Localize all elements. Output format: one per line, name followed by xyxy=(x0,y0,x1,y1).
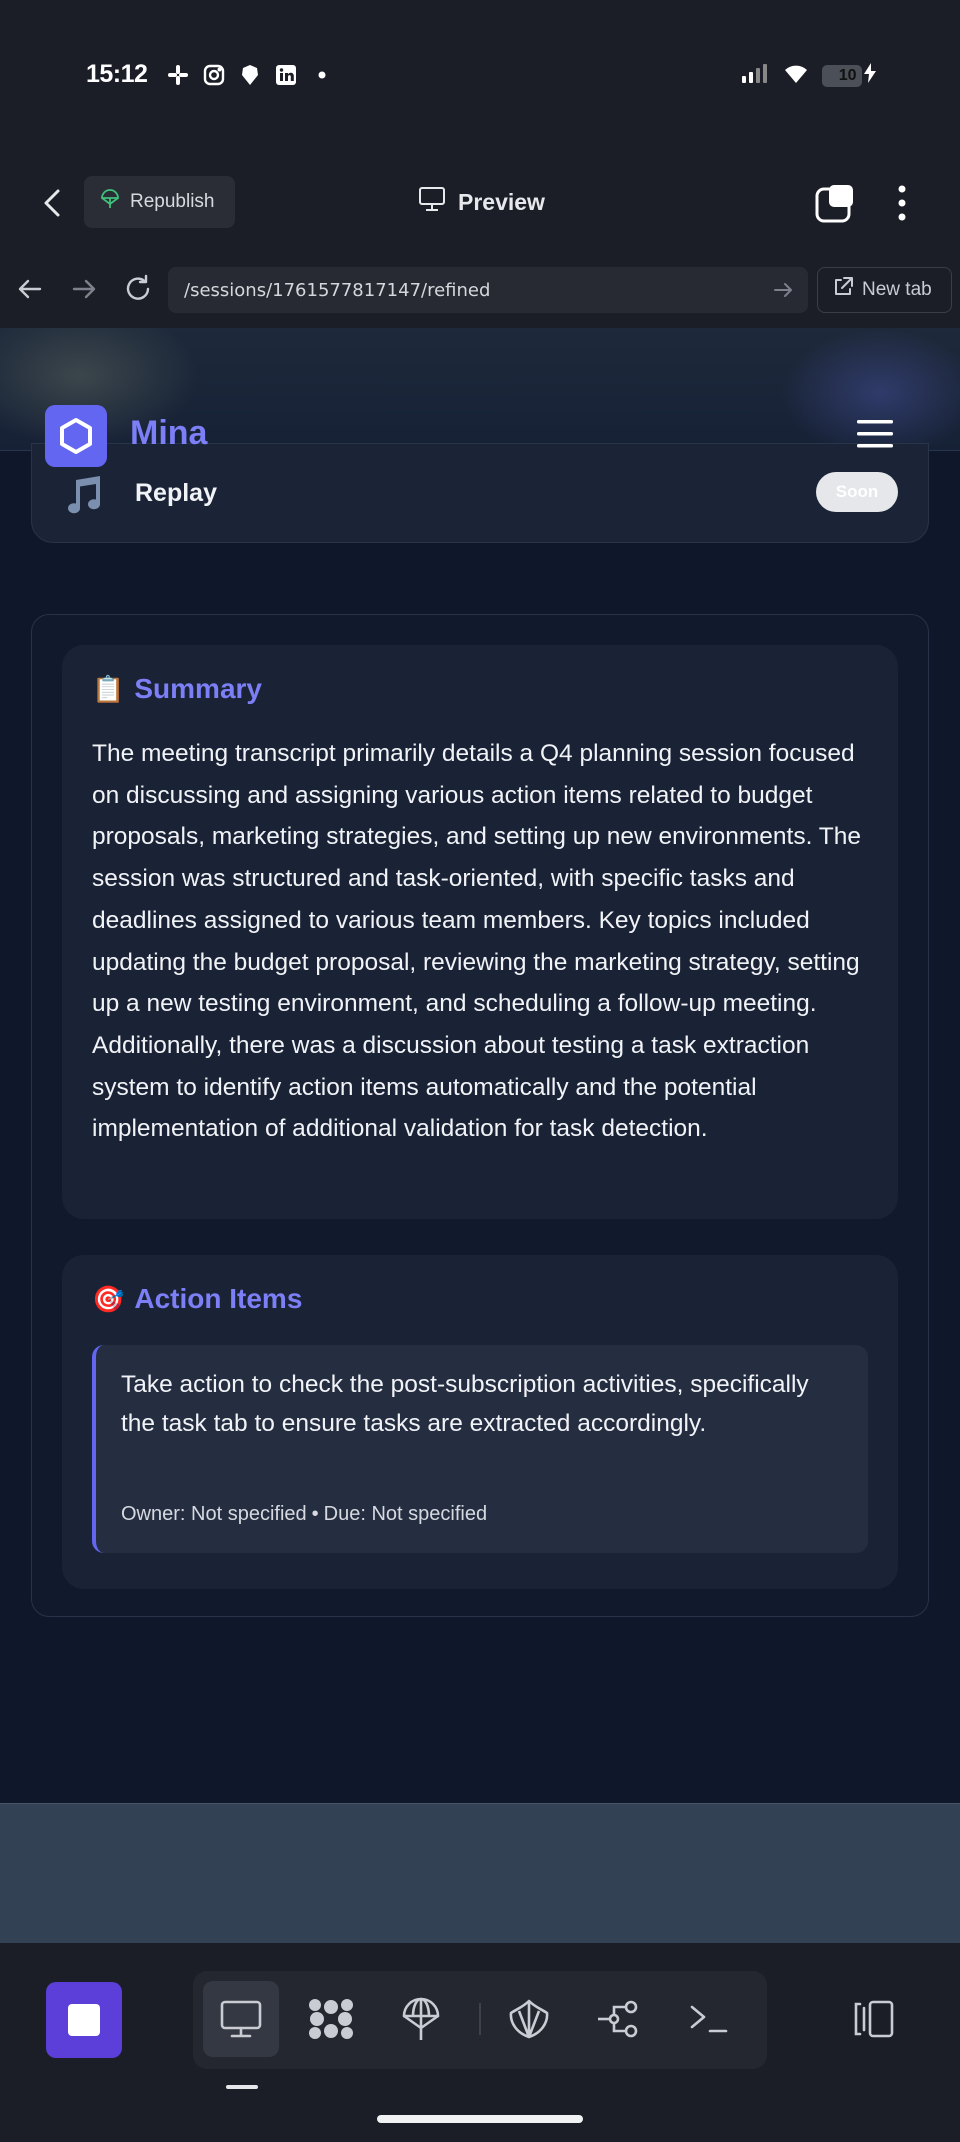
preview-label: Preview xyxy=(458,188,545,215)
slack-icon xyxy=(165,62,191,88)
webpage-viewport: Replay Soon Mina 📋 Summary The meeting t… xyxy=(0,328,960,1803)
action-item-meta: Owner: Not specified • Due: Not specified xyxy=(121,1503,487,1526)
session-results-card: 📋 Summary The meeting transcript primari… xyxy=(31,614,929,1617)
chevron-left-icon xyxy=(44,189,60,217)
arrow-left-icon xyxy=(18,279,42,299)
summary-section: 📋 Summary The meeting transcript primari… xyxy=(62,645,898,1219)
summary-heading: 📋 Summary xyxy=(92,673,262,705)
tabs-button[interactable] xyxy=(815,183,855,223)
stop-button[interactable] xyxy=(46,1982,122,2058)
action-items-heading: 🎯 Action Items xyxy=(92,1283,302,1315)
battery-icon: 10 xyxy=(822,63,876,88)
charging-icon xyxy=(864,63,876,88)
deploy-tool-button[interactable] xyxy=(383,1981,459,2057)
new-tab-label: New tab xyxy=(862,279,932,300)
app-logo[interactable] xyxy=(45,405,107,467)
tabs-icon xyxy=(815,185,853,223)
back-button[interactable] xyxy=(38,183,70,223)
more-options-button[interactable] xyxy=(892,183,912,223)
wifi-icon xyxy=(782,62,810,89)
action-item-text: Take action to check the post-subscripti… xyxy=(121,1371,809,1437)
deploy-icon xyxy=(100,189,120,215)
active-tool-indicator xyxy=(226,2085,258,2089)
more-vertical-icon xyxy=(898,185,906,221)
desktop-icon xyxy=(220,2000,262,2038)
action-item-due: Due: Not specified xyxy=(323,1503,488,1525)
summary-text: The meeting transcript primarily details… xyxy=(92,740,861,1143)
url-text: /sessions/1761577817147/refined xyxy=(184,279,491,301)
terminal-tool-button[interactable] xyxy=(671,1981,747,2057)
instagram-icon xyxy=(201,62,227,88)
url-input[interactable]: /sessions/1761577817147/refined xyxy=(168,267,808,313)
summary-title: Summary xyxy=(134,673,262,704)
status-time: 15:12 xyxy=(86,60,148,88)
soon-badge: Soon xyxy=(816,472,898,512)
terminal-icon xyxy=(690,2005,728,2033)
republish-button[interactable]: Republish xyxy=(84,176,235,228)
new-tab-button[interactable]: New tab xyxy=(817,267,952,313)
workflow-tool-button[interactable] xyxy=(581,1981,657,2057)
system-status: 10 xyxy=(740,62,876,89)
replay-card[interactable]: Replay Soon xyxy=(31,443,929,543)
shell-tool-button[interactable] xyxy=(491,1981,567,2057)
home-indicator[interactable] xyxy=(377,2115,583,2123)
tool-group xyxy=(193,1971,767,2069)
clipboard-icon: 📋 xyxy=(92,673,125,704)
stop-icon xyxy=(68,2004,100,2036)
workflow-icon xyxy=(598,2000,638,2038)
external-link-icon xyxy=(832,276,854,304)
apps-tool-button[interactable] xyxy=(293,1981,369,2057)
bottom-panel xyxy=(0,1803,960,1944)
brave-icon xyxy=(237,62,263,88)
monitor-icon xyxy=(418,186,446,218)
republish-label: Republish xyxy=(130,191,215,212)
go-icon[interactable] xyxy=(772,279,794,306)
notification-icons xyxy=(165,62,335,88)
arrow-right-icon xyxy=(72,279,96,299)
sidebar-icon xyxy=(854,2000,894,2038)
browser-back-button[interactable] xyxy=(14,273,46,305)
toolbar-divider xyxy=(479,2003,481,2035)
shell-icon xyxy=(509,1999,549,2039)
music-note-icon xyxy=(62,474,104,526)
brand-name[interactable]: Mina xyxy=(130,414,207,453)
browser-forward-button[interactable] xyxy=(68,273,100,305)
reload-button[interactable] xyxy=(122,273,154,305)
apps-icon xyxy=(309,1999,353,2039)
deploy-icon xyxy=(402,1997,440,2040)
battery-level: 10 xyxy=(838,66,857,84)
action-item-owner: Owner: Not specified xyxy=(121,1503,307,1525)
dot-icon xyxy=(309,62,335,88)
target-icon: 🎯 xyxy=(92,1283,125,1314)
replay-label: Replay xyxy=(135,479,217,507)
signal-icon xyxy=(740,62,770,89)
reload-icon xyxy=(126,274,150,300)
action-item: Take action to check the post-subscripti… xyxy=(92,1345,868,1553)
hamburger-icon xyxy=(857,420,893,448)
linkedin-icon xyxy=(273,62,299,88)
meta-separator: • xyxy=(311,1503,319,1525)
desktop-tool-button[interactable] xyxy=(203,1981,279,2057)
action-items-section: 🎯 Action Items Take action to check the … xyxy=(62,1255,898,1589)
sidebar-toggle-button[interactable] xyxy=(850,1998,896,2040)
action-items-title: Action Items xyxy=(134,1283,303,1314)
hexagon-icon xyxy=(60,418,92,454)
menu-button[interactable] xyxy=(856,418,894,450)
preview-toggle[interactable]: Preview xyxy=(418,186,545,218)
